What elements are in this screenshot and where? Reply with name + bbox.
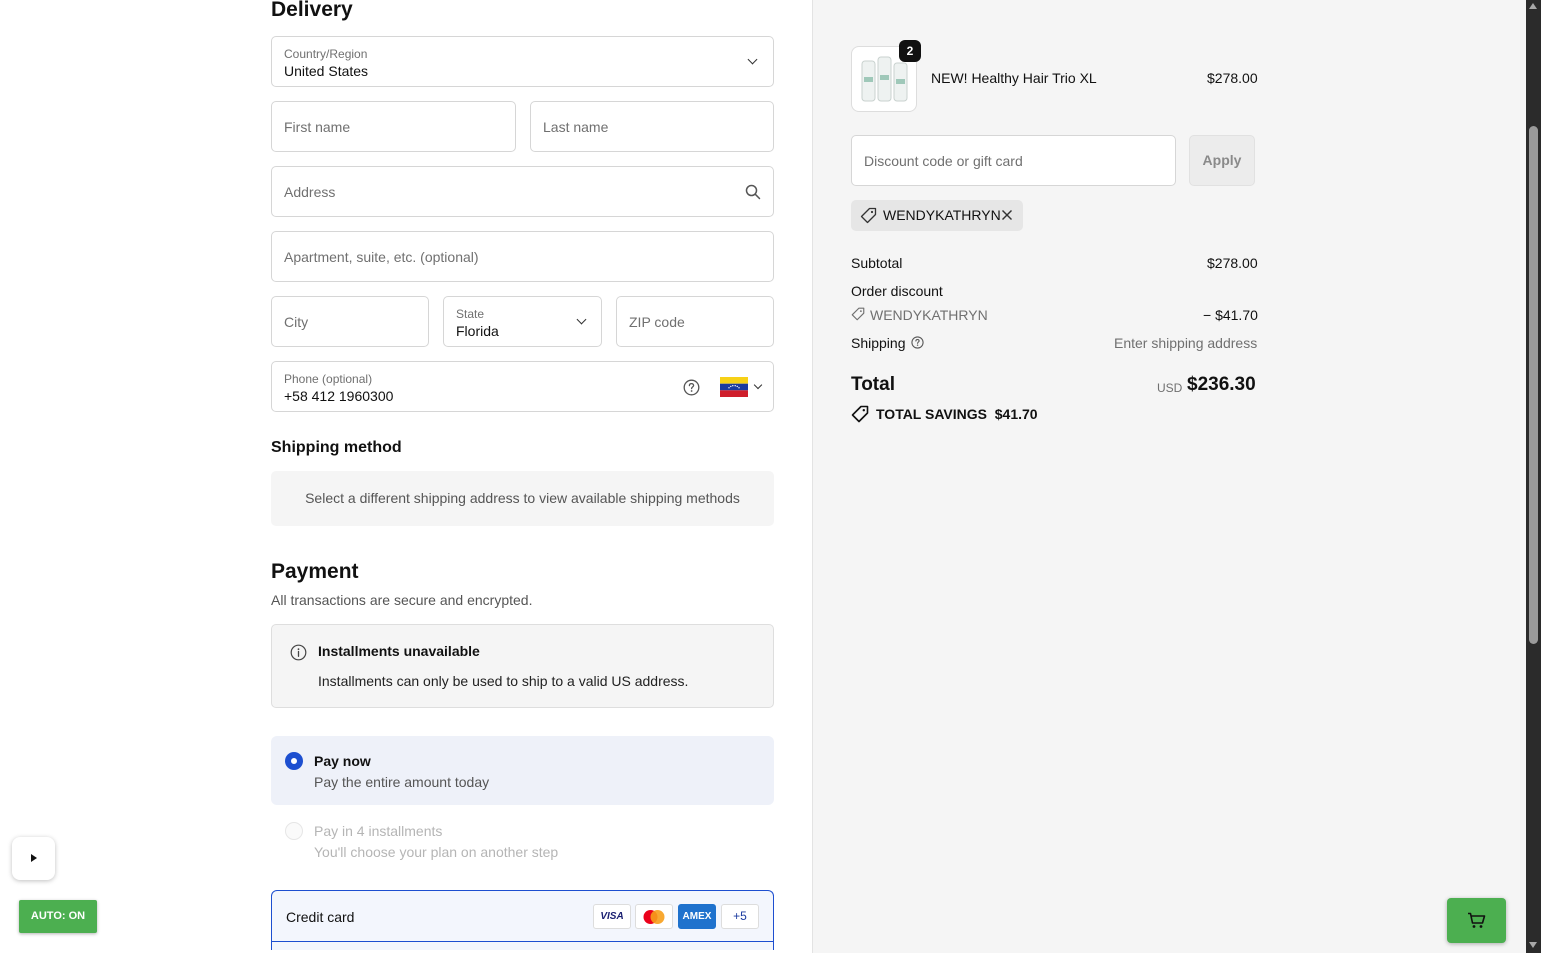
- cart-icon: [1468, 912, 1486, 928]
- phone-value: +58 412 1960300: [284, 388, 394, 404]
- total-currency: USD: [1157, 381, 1183, 395]
- city-placeholder: City: [284, 313, 309, 330]
- auto-toggle-button[interactable]: AUTO: ON: [19, 900, 97, 933]
- pay-now-radio[interactable]: [285, 752, 303, 770]
- notice-title: Installments unavailable: [318, 643, 480, 659]
- discount-code-input[interactable]: Discount code or gift card: [851, 135, 1176, 186]
- shipping-method-heading: Shipping method: [271, 439, 402, 456]
- applied-discount-chip: WENDYKATHRYN: [851, 200, 1023, 231]
- apartment-field[interactable]: Apartment, suite, etc. (optional): [271, 231, 774, 282]
- more-cards-badge: +5: [721, 904, 759, 929]
- venezuela-flag-icon: [720, 377, 748, 397]
- city-field[interactable]: City: [271, 296, 429, 347]
- country-code-select[interactable]: [720, 377, 764, 399]
- shipping-method-message: Select a different shipping address to v…: [271, 471, 774, 526]
- quantity-badge: 2: [899, 40, 921, 62]
- state-label: State: [456, 307, 485, 321]
- installments-radio[interactable]: [285, 822, 303, 840]
- credit-card-label: Credit card: [286, 909, 355, 925]
- first-name-placeholder: First name: [284, 118, 351, 135]
- close-icon[interactable]: [1001, 209, 1013, 221]
- product-price: $278.00: [1207, 70, 1258, 86]
- total-savings: TOTAL SAVINGS $41.70: [876, 406, 1038, 422]
- delivery-heading: Delivery: [271, 0, 353, 21]
- notice-body: Installments can only be used to ship to…: [318, 673, 689, 689]
- country-label: Country/Region: [284, 47, 368, 61]
- checkout-form-panel: Delivery Country/Region United States Fi…: [0, 0, 812, 953]
- state-value: Florida: [456, 323, 499, 339]
- total-label: Total: [851, 374, 895, 395]
- shipping-value: Enter shipping address: [1114, 335, 1258, 351]
- total-value: $236.30: [1187, 374, 1256, 395]
- subtotal-value: $278.00: [1207, 255, 1258, 271]
- country-select[interactable]: Country/Region United States: [271, 36, 774, 87]
- chevron-down-icon: [747, 54, 758, 65]
- play-icon: [31, 854, 37, 862]
- search-icon[interactable]: [745, 184, 761, 200]
- savings-tag-icon: [851, 405, 869, 423]
- last-name-placeholder: Last name: [543, 118, 609, 135]
- chevron-down-icon: [576, 314, 587, 325]
- info-icon: [290, 644, 307, 661]
- scrollbar[interactable]: [1526, 0, 1541, 953]
- order-discount-label: Order discount: [851, 283, 943, 299]
- credit-card-divider: [272, 941, 773, 942]
- chevron-down-icon: [753, 380, 763, 390]
- pay-now-subtitle: Pay the entire amount today: [314, 774, 490, 790]
- scroll-down-arrow[interactable]: [1529, 942, 1537, 948]
- apartment-placeholder: Apartment, suite, etc. (optional): [284, 248, 479, 265]
- discount-placeholder: Discount code or gift card: [864, 153, 1023, 169]
- play-button[interactable]: [12, 837, 55, 880]
- applied-code-text: WENDYKATHRYN: [883, 207, 1001, 223]
- total-savings-label: TOTAL SAVINGS: [876, 406, 987, 422]
- state-select[interactable]: State Florida: [443, 296, 602, 347]
- product-name: NEW! Healthy Hair Trio XL: [931, 70, 1097, 86]
- payment-subtitle: All transactions are secure and encrypte…: [271, 592, 533, 608]
- zip-field[interactable]: ZIP code: [616, 296, 774, 347]
- apply-discount-button[interactable]: Apply: [1189, 135, 1255, 186]
- visa-card-icon: VISA: [593, 904, 631, 929]
- amex-card-icon: AMEX: [678, 904, 716, 929]
- tag-icon: [860, 207, 877, 224]
- installments-title: Pay in 4 installments: [314, 823, 443, 839]
- cart-button[interactable]: [1447, 898, 1506, 943]
- help-icon[interactable]: [911, 336, 924, 349]
- order-discount-value: − $41.70: [1203, 307, 1258, 323]
- pay-now-option[interactable]: Pay now Pay the entire amount today: [271, 736, 774, 805]
- shipping-label: Shipping: [851, 335, 906, 351]
- payment-heading: Payment: [271, 560, 359, 583]
- credit-card-option[interactable]: Credit card VISA AMEX +5: [271, 890, 774, 950]
- pay-in-installments-option[interactable]: Pay in 4 installments You'll choose your…: [271, 806, 774, 876]
- installments-subtitle: You'll choose your plan on another step: [314, 844, 559, 860]
- country-value: United States: [284, 63, 369, 79]
- phone-field[interactable]: Phone (optional) +58 412 1960300: [271, 361, 774, 412]
- installments-notice: Installments unavailable Installments ca…: [271, 624, 774, 708]
- subtotal-label: Subtotal: [851, 255, 903, 271]
- last-name-field[interactable]: Last name: [530, 101, 774, 152]
- zip-placeholder: ZIP code: [629, 313, 685, 330]
- first-name-field[interactable]: First name: [271, 101, 516, 152]
- total-savings-value: $41.70: [994, 406, 1038, 422]
- address-field[interactable]: Address: [271, 166, 774, 217]
- tag-icon: [851, 307, 865, 321]
- help-icon[interactable]: [683, 379, 700, 396]
- mastercard-card-icon: [635, 904, 673, 929]
- pay-now-title: Pay now: [314, 753, 371, 769]
- address-placeholder: Address: [284, 183, 336, 200]
- order-discount-code: WENDYKATHRYN: [870, 307, 988, 323]
- scrollbar-thumb[interactable]: [1529, 126, 1538, 644]
- scroll-up-arrow[interactable]: [1529, 3, 1537, 9]
- phone-label: Phone (optional): [284, 372, 373, 386]
